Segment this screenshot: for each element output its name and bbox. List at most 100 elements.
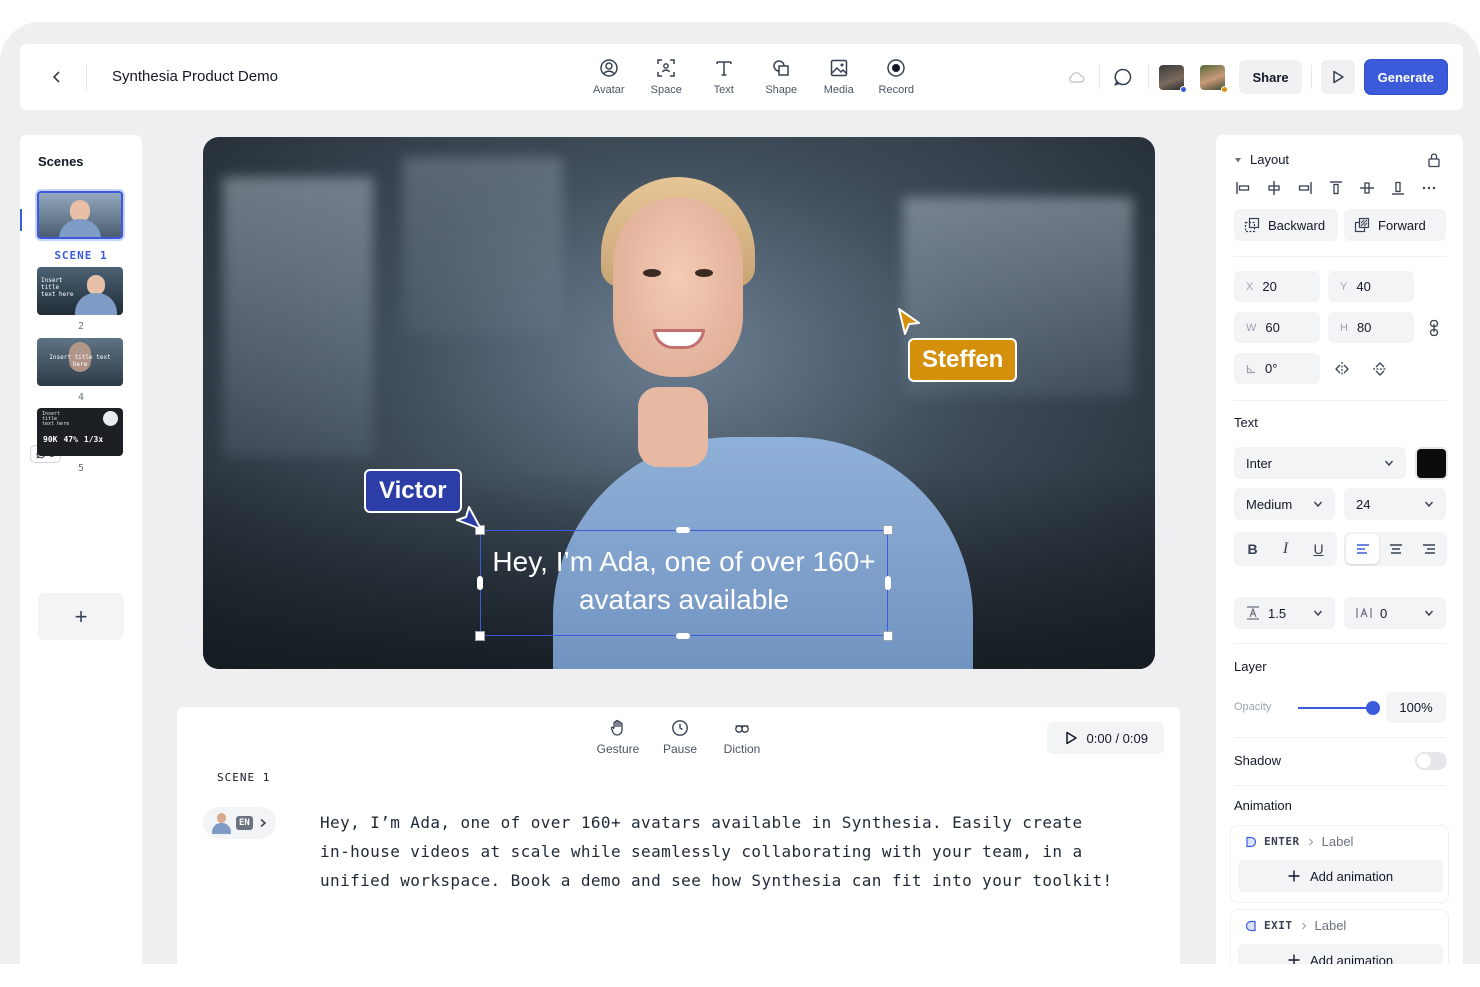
chevron-right-icon: [1308, 838, 1313, 845]
gesture-button[interactable]: Gesture: [587, 719, 649, 756]
generate-button[interactable]: Generate: [1364, 60, 1447, 94]
flip-vertical-icon[interactable]: [1372, 361, 1388, 377]
height-field[interactable]: H 80: [1328, 312, 1414, 343]
letter-spacing-select[interactable]: 0: [1344, 597, 1446, 629]
exit-animation-card: EXIT Label Add animation: [1230, 909, 1449, 964]
bring-forward-icon: [1354, 217, 1370, 233]
resize-handle[interactable]: [883, 525, 893, 535]
send-backward-button[interactable]: Backward: [1234, 209, 1338, 241]
tool-media[interactable]: Media: [810, 58, 868, 96]
scenes-title: Scenes: [38, 154, 84, 169]
align-center-v-icon[interactable]: [1358, 179, 1376, 197]
tool-label: Shape: [765, 84, 798, 96]
resize-handle[interactable]: [475, 631, 485, 641]
cursor-pointer-icon: [456, 506, 482, 530]
opacity-slider-handle[interactable]: [1366, 701, 1380, 715]
add-exit-animation-button[interactable]: Add animation: [1238, 944, 1443, 964]
avatar-icon: [600, 59, 618, 77]
avatar-neck: [638, 387, 708, 467]
width-field[interactable]: W 60: [1234, 312, 1320, 343]
text-align-left-icon: [1356, 544, 1369, 554]
scene-thumbnail-4[interactable]: Insert title text here: [37, 338, 123, 386]
add-enter-animation-button[interactable]: Add animation: [1238, 860, 1443, 892]
share-button[interactable]: Share: [1239, 60, 1302, 94]
cloud-sync-icon: [1061, 62, 1091, 92]
thumb-title-text: Insert title text here: [42, 411, 70, 427]
text-section-title: Text: [1234, 415, 1258, 430]
text-align-center-icon: [1389, 544, 1402, 554]
diction-icon: [735, 725, 749, 733]
collaborator-avatar[interactable]: [1159, 64, 1188, 93]
tool-record[interactable]: Record: [868, 58, 926, 96]
playback-timer[interactable]: 0:00 / 0:09: [1046, 722, 1164, 754]
chevron-down-icon: [1424, 501, 1434, 508]
project-title[interactable]: Synthesia Product Demo: [112, 68, 278, 85]
properties-panel: Layout Backward Forward X 20 Y 40 W 60 H 80 …: [1216, 135, 1463, 964]
text-style-group: B I U: [1234, 532, 1337, 566]
scene-thumbnail-5[interactable]: Insert title text here 90K 47% 1/3x: [37, 408, 123, 456]
align-left-icon[interactable]: [1234, 179, 1252, 197]
tool-shape[interactable]: Shape: [753, 58, 811, 96]
record-icon: [887, 59, 905, 77]
text-color-swatch[interactable]: [1417, 449, 1446, 478]
add-scene-button[interactable]: +: [38, 593, 124, 640]
y-position-field[interactable]: Y 40: [1328, 271, 1414, 302]
italic-button[interactable]: I: [1269, 534, 1302, 564]
tool-text[interactable]: Text: [695, 58, 753, 96]
align-center-h-icon[interactable]: [1265, 179, 1283, 197]
scene-thumbnail-2[interactable]: Insert title text here: [37, 267, 123, 315]
enter-animation-icon: [1246, 836, 1257, 847]
bring-forward-button[interactable]: Forward: [1344, 209, 1446, 241]
more-icon[interactable]: [1420, 179, 1438, 197]
tool-space[interactable]: Space: [638, 58, 696, 96]
exit-animation-header[interactable]: EXIT Label: [1245, 918, 1346, 933]
font-weight-select[interactable]: Medium: [1234, 488, 1335, 520]
script-text-editor[interactable]: Hey, I’m Ada, one of over 160+ avatars a…: [320, 808, 1120, 895]
back-icon[interactable]: [46, 66, 68, 88]
font-size-select[interactable]: 24: [1344, 488, 1446, 520]
flip-horizontal-icon[interactable]: [1334, 361, 1350, 377]
tool-avatar[interactable]: Avatar: [580, 58, 638, 96]
enter-animation-header[interactable]: ENTER Label: [1245, 834, 1353, 849]
divider: [1148, 65, 1150, 89]
resize-handle[interactable]: [885, 576, 891, 590]
align-bottom-icon[interactable]: [1389, 179, 1407, 197]
shadow-toggle[interactable]: [1415, 752, 1447, 770]
diction-button[interactable]: Diction: [711, 719, 773, 756]
layout-section-header[interactable]: Layout: [1234, 152, 1289, 167]
resize-handle[interactable]: [676, 633, 690, 639]
resize-handle[interactable]: [676, 527, 690, 533]
scene-thumbnail-1[interactable]: [37, 191, 123, 239]
caption-text[interactable]: Hey, I’m Ada, one of over 160+ avatars a…: [480, 543, 888, 619]
plus-icon: [1288, 870, 1300, 882]
collaborator-avatar[interactable]: [1200, 64, 1229, 93]
align-top-icon[interactable]: [1327, 179, 1345, 197]
opacity-slider-track[interactable]: [1298, 707, 1370, 709]
align-text-center-button[interactable]: [1379, 534, 1412, 564]
pause-button[interactable]: Pause: [649, 719, 711, 756]
align-text-left-button[interactable]: [1346, 534, 1379, 564]
chevron-down-icon: [1313, 501, 1323, 508]
scene-label: 4: [77, 392, 85, 403]
comments-button[interactable]: [1108, 62, 1138, 92]
align-right-icon[interactable]: [1296, 179, 1314, 197]
underline-button[interactable]: U: [1302, 534, 1335, 564]
cursor-pointer-icon: [898, 308, 920, 335]
rotation-field[interactable]: 0°: [1234, 353, 1320, 384]
lock-icon[interactable]: [1427, 152, 1441, 168]
app-layer: Synthesia Product Demo Avatar Space Text…: [0, 22, 1480, 964]
font-family-select[interactable]: Inter: [1234, 447, 1406, 479]
x-position-field[interactable]: X 20: [1234, 271, 1320, 302]
resize-handle[interactable]: [883, 631, 893, 641]
resize-handle[interactable]: [477, 576, 483, 590]
preview-button[interactable]: [1320, 60, 1355, 94]
align-text-right-button[interactable]: [1412, 534, 1445, 564]
avatar-thumbnail: [211, 812, 231, 834]
chevron-right-icon: [1301, 922, 1306, 929]
line-height-select[interactable]: 1.5: [1234, 597, 1335, 629]
video-canvas[interactable]: Hey, I’m Ada, one of over 160+ avatars a…: [203, 137, 1155, 669]
link-aspect-icon[interactable]: [1427, 319, 1441, 337]
bold-button[interactable]: B: [1236, 534, 1269, 564]
voice-language-selector[interactable]: EN: [203, 807, 276, 839]
opacity-input[interactable]: 100%: [1386, 692, 1446, 723]
